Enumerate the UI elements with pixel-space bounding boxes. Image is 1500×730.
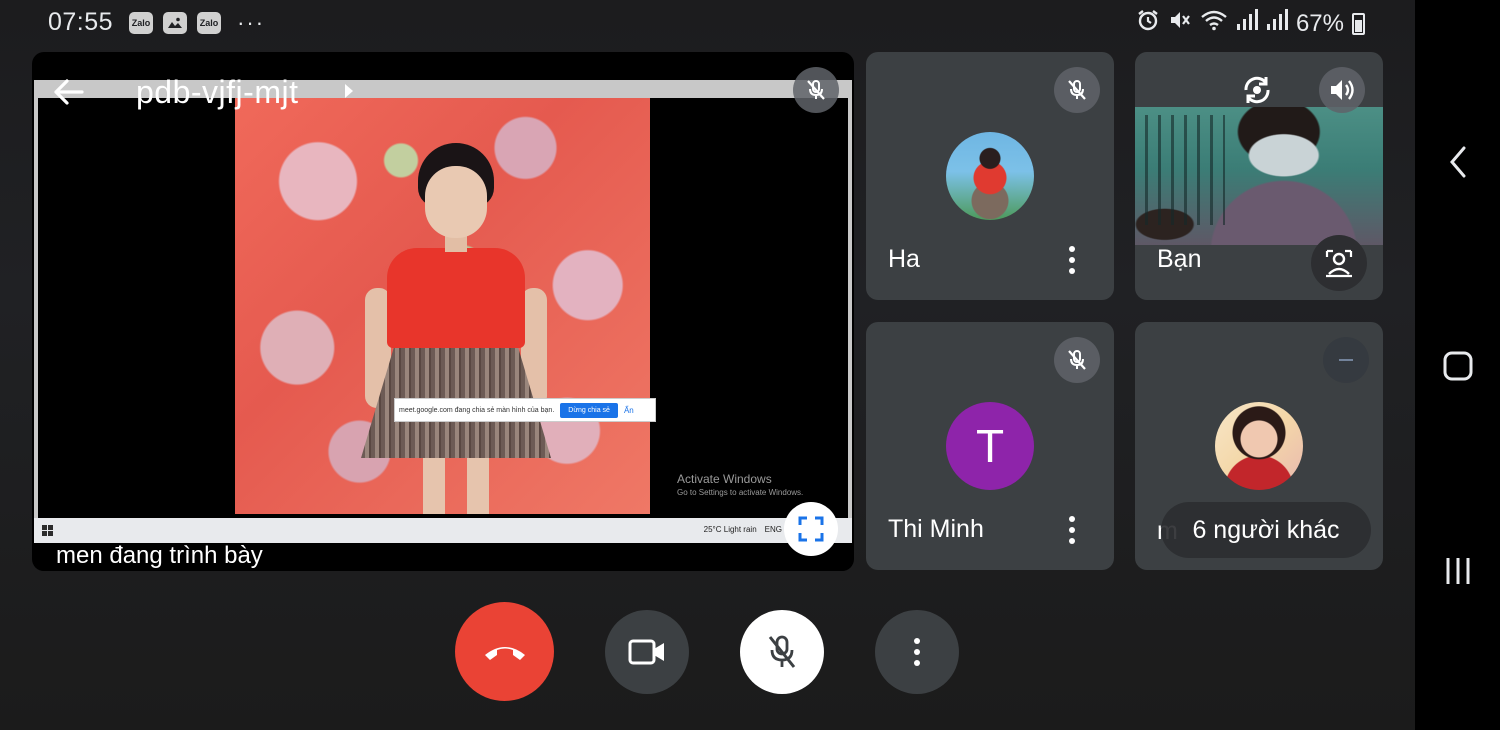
background-window: [1135, 115, 1225, 225]
shared-video-image: [235, 98, 650, 514]
alarm-icon: [1136, 8, 1160, 39]
shared-window-frame: [34, 98, 38, 518]
participant-name: Bạn: [1157, 245, 1202, 273]
speaker-icon[interactable]: [1319, 67, 1365, 113]
status-right: 67%: [1136, 8, 1365, 39]
status-time: 07:55: [48, 8, 114, 36]
more-participants-button[interactable]: 6 người khác: [1161, 502, 1371, 558]
nav-back-icon[interactable]: [1415, 146, 1500, 178]
participant-name: Thi Minh: [888, 515, 984, 543]
participant-tile-self[interactable]: Bạn: [1135, 52, 1383, 300]
mute-vibrate-icon: [1168, 8, 1192, 39]
more-vert-icon: [905, 632, 929, 672]
sharing-banner: meet.google.com đang chia sẻ màn hình củ…: [394, 398, 656, 422]
meeting-details-caret-icon[interactable]: [345, 84, 353, 98]
signal-icon: [1236, 9, 1258, 38]
taskbar-tray: 25°C Light rain ENG: [704, 525, 782, 534]
activate-windows-subtitle: Go to Settings to activate Windows.: [677, 488, 804, 497]
shared-window-frame: [848, 98, 852, 518]
nav-recents-icon[interactable]: [1415, 556, 1500, 586]
more-notifications-icon: ···: [237, 9, 266, 35]
meet-app: 07:55 Zalo Zalo ··· 67% meet.google.com …: [0, 0, 1415, 730]
fullscreen-button[interactable]: [784, 502, 838, 556]
child-figure: [467, 453, 489, 514]
gallery-icon: [163, 11, 188, 34]
sharing-banner-text: meet.google.com đang chia sẻ màn hình củ…: [399, 406, 555, 414]
zalo-icon: Zalo: [197, 11, 222, 34]
zalo-icon: Zalo: [129, 11, 154, 34]
meeting-code[interactable]: pdb-vjfj-mjt: [136, 74, 298, 111]
more-options-button[interactable]: [875, 610, 959, 694]
back-arrow-icon[interactable]: [50, 74, 86, 110]
child-figure: [425, 166, 487, 238]
participant-name: Ha: [888, 245, 920, 273]
camera-toggle-button[interactable]: [605, 610, 689, 694]
battery-icon: [1352, 12, 1365, 35]
self-camera-feed: [1135, 107, 1383, 245]
audio-level-icon: [1323, 337, 1369, 383]
presenter-caption: men đang trình bày: [56, 542, 263, 569]
child-figure: [423, 453, 445, 514]
status-bar: 07:55 Zalo Zalo ··· 67%: [0, 0, 1415, 44]
stop-sharing-button[interactable]: Dừng chia sẻ: [560, 402, 618, 418]
mic-off-icon: [793, 67, 839, 113]
mic-off-icon: [1054, 337, 1100, 383]
screen-share-feed: meet.google.com đang chia sẻ màn hình củ…: [34, 80, 852, 571]
meeting-header: pdb-vjfj-mjt: [32, 52, 854, 132]
more-options-icon[interactable]: [1060, 240, 1084, 280]
taskbar-language: ENG: [764, 525, 782, 534]
hide-banner-link[interactable]: Ẩn: [624, 406, 634, 415]
avatar: T: [946, 402, 1034, 490]
participant-tile-thi-minh[interactable]: T Thi Minh: [866, 322, 1114, 570]
nav-home-icon[interactable]: [1415, 351, 1500, 381]
more-options-icon[interactable]: [1060, 510, 1084, 550]
battery-percent: 67%: [1295, 9, 1344, 37]
avatar: [946, 132, 1034, 220]
windows-start-icon: [42, 525, 53, 536]
switch-camera-icon[interactable]: [1234, 67, 1280, 113]
activate-windows-watermark: Activate Windows Go to Settings to activ…: [677, 472, 803, 497]
taskbar-weather: 25°C Light rain: [703, 525, 757, 534]
shared-taskbar: 25°C Light rain ENG: [34, 518, 852, 543]
avatar: [1215, 402, 1303, 490]
participant-tile-others[interactable]: m 6 người khác: [1135, 322, 1383, 570]
participant-tile-ha[interactable]: Ha: [866, 52, 1114, 300]
effects-icon[interactable]: [1311, 235, 1367, 291]
system-navigation-bar: [1415, 0, 1500, 730]
activate-windows-title: Activate Windows: [677, 472, 772, 486]
presenter-tile[interactable]: meet.google.com đang chia sẻ màn hình củ…: [32, 52, 854, 571]
status-left: 07:55 Zalo Zalo ···: [48, 8, 265, 37]
mic-off-icon: [1054, 67, 1100, 113]
signal-icon: [1266, 9, 1288, 38]
end-call-button[interactable]: [455, 602, 554, 701]
wifi-icon: [1200, 9, 1228, 38]
mic-toggle-button[interactable]: [740, 610, 824, 694]
child-figure: [387, 248, 525, 348]
